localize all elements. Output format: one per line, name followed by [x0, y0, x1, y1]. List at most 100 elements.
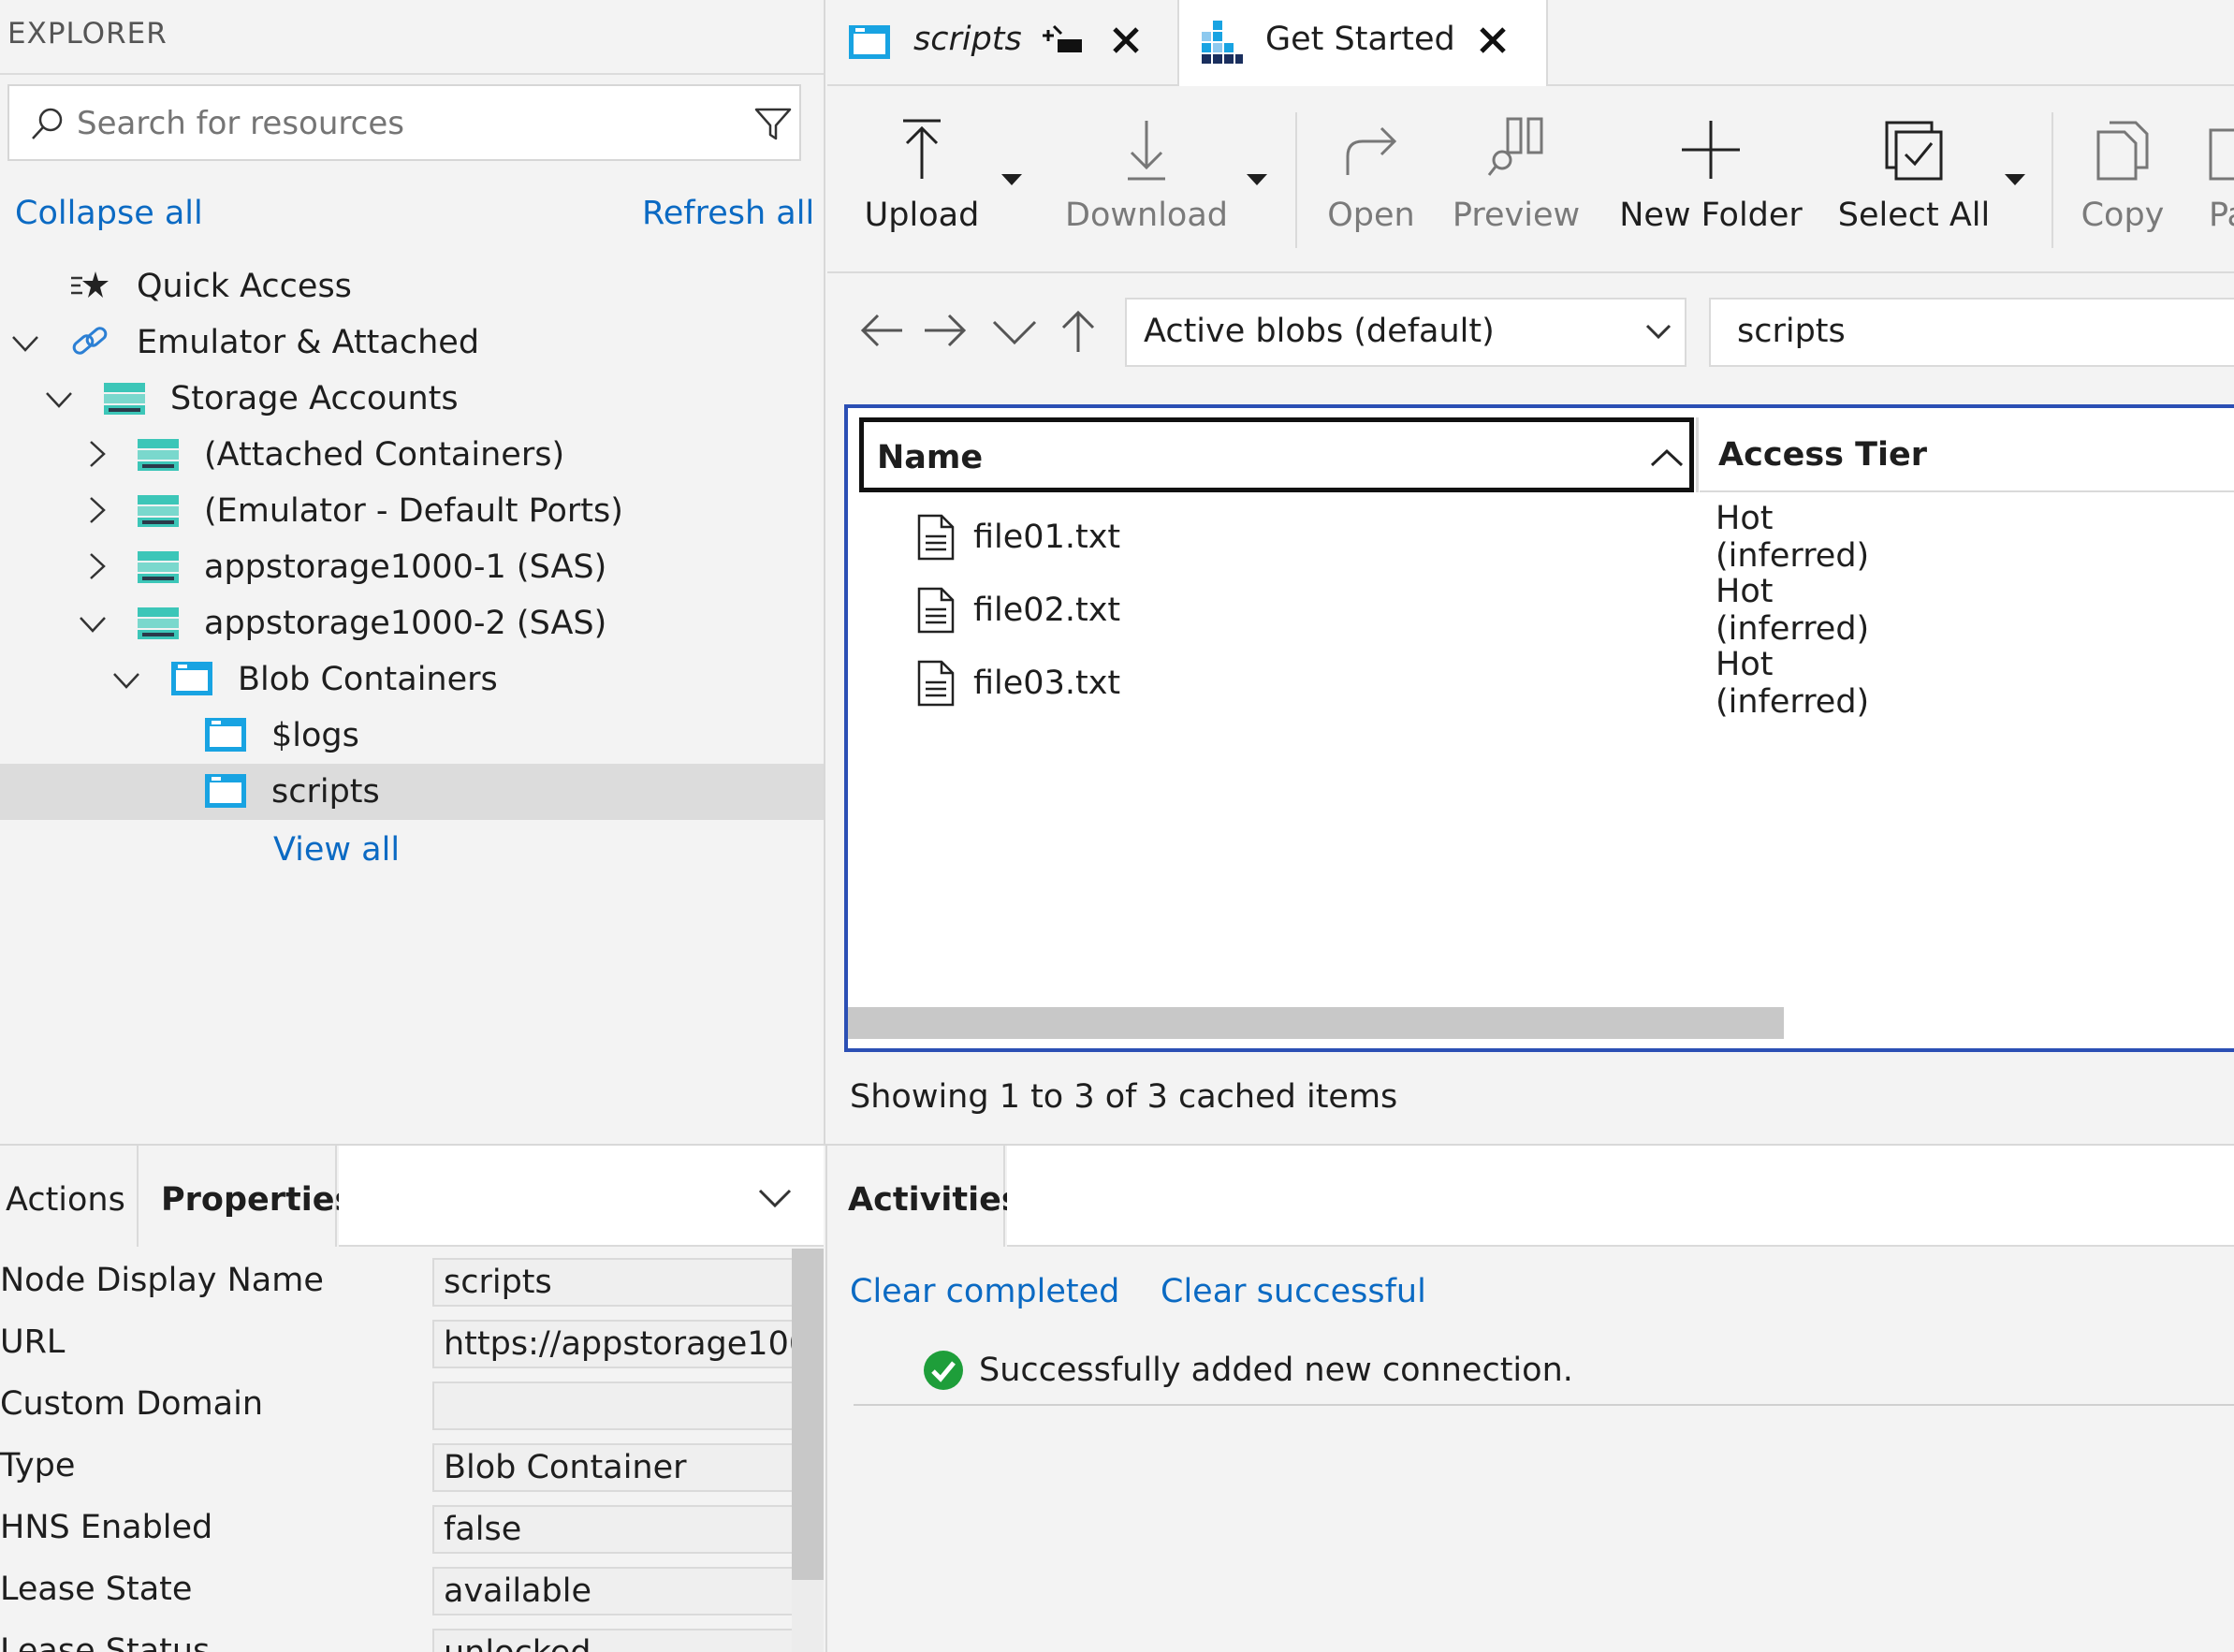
preview-icon: [1487, 117, 1545, 179]
download-icon: [1126, 119, 1167, 181]
tab-get-started[interactable]: Get Started: [1179, 0, 1546, 86]
preview-button[interactable]: Preview: [1451, 108, 1582, 248]
prop-value[interactable]: Blob Container: [432, 1443, 794, 1492]
collapse-all-link[interactable]: Collapse all: [15, 195, 203, 232]
forward-arrow-icon[interactable]: [923, 313, 968, 348]
select-all-button[interactable]: Select All: [1834, 108, 1993, 248]
plus-icon: [1682, 119, 1740, 181]
path-field[interactable]: scripts: [1709, 298, 2234, 367]
chevron-down-icon[interactable]: [11, 329, 39, 358]
activity-divider: [854, 1404, 2234, 1406]
tree-item-blob-containers[interactable]: Blob Containers: [0, 651, 824, 708]
tree-label: (Attached Containers): [204, 436, 565, 474]
prop-value[interactable]: false: [432, 1505, 794, 1554]
preview-label: Preview: [1452, 197, 1581, 234]
tab-label: Properties: [161, 1181, 355, 1219]
prop-value[interactable]: unlocked: [432, 1629, 794, 1652]
tree-item-scripts[interactable]: scripts: [0, 764, 824, 820]
paste-button[interactable]: Pa: [2209, 108, 2234, 248]
select-all-dropdown-caret[interactable]: [2005, 174, 2025, 185]
tree-label: Emulator & Attached: [137, 324, 480, 361]
tree-item-attached-containers[interactable]: (Attached Containers): [0, 427, 824, 483]
table-row[interactable]: file03.txt Hot (inferred): [917, 646, 1869, 721]
close-icon[interactable]: [1112, 26, 1140, 54]
refresh-all-link[interactable]: Refresh all: [642, 195, 814, 232]
back-arrow-icon[interactable]: [859, 313, 904, 348]
access-tier-value: Hot (inferred): [1716, 500, 1870, 575]
chevron-right-icon[interactable]: [82, 440, 110, 468]
explorer-title: EXPLORER: [7, 17, 168, 51]
blob-container-icon: [170, 661, 213, 695]
copy-button[interactable]: Copy: [2076, 108, 2169, 248]
tree-label: Storage Accounts: [170, 380, 459, 417]
table-row[interactable]: file02.txt Hot (inferred): [917, 573, 1869, 648]
upload-dropdown-caret[interactable]: [1001, 174, 1022, 185]
blob-container-icon: [204, 773, 247, 808]
column-header-label: Name: [877, 439, 984, 476]
tree-label: Quick Access: [137, 268, 352, 305]
open-icon: [1342, 124, 1400, 177]
tree-item-emulator-attached[interactable]: Emulator & Attached: [0, 314, 824, 371]
blob-container-icon: [204, 717, 247, 752]
upload-button[interactable]: Upload: [861, 108, 983, 248]
chevron-right-icon[interactable]: [82, 496, 110, 524]
vertical-scrollbar-thumb[interactable]: [792, 1249, 824, 1580]
chevron-down-icon[interactable]: [112, 666, 140, 694]
open-label: Open: [1327, 197, 1415, 234]
new-folder-button[interactable]: New Folder: [1619, 108, 1803, 248]
tree-label: appstorage1000-1 (SAS): [204, 548, 607, 586]
download-button[interactable]: Download: [1065, 108, 1228, 248]
download-dropdown-caret[interactable]: [1247, 174, 1267, 185]
tree-item-appstorage1000-1[interactable]: appstorage1000-1 (SAS): [0, 539, 824, 595]
recent-dropdown-icon[interactable]: [992, 318, 1037, 346]
filter-icon[interactable]: [754, 107, 792, 142]
storage-account-icon: [137, 494, 180, 528]
prop-value[interactable]: scripts: [432, 1258, 794, 1307]
tab-label: Get Started: [1265, 21, 1455, 58]
pin-icon[interactable]: [1041, 22, 1084, 60]
toolbar-separator: [2051, 112, 2053, 248]
tab-properties[interactable]: Properties: [140, 1146, 354, 1247]
tree-item-appstorage1000-2[interactable]: appstorage1000-2 (SAS): [0, 595, 824, 651]
tree-item-logs[interactable]: $logs: [0, 708, 824, 764]
close-icon[interactable]: [1479, 26, 1507, 54]
tree-label: $logs: [271, 717, 359, 754]
open-button[interactable]: Open: [1320, 108, 1423, 248]
column-header-name[interactable]: Name: [859, 417, 1694, 492]
chevron-down-icon[interactable]: [79, 610, 107, 638]
chevron-right-icon[interactable]: [82, 552, 110, 580]
prop-label: Type: [0, 1447, 76, 1484]
clear-completed-link[interactable]: Clear completed: [850, 1273, 1119, 1310]
tab-label: Actions: [6, 1181, 125, 1219]
search-input[interactable]: [77, 97, 713, 150]
paste-icon: [2209, 128, 2234, 181]
new-folder-label: New Folder: [1619, 197, 1803, 234]
prop-value[interactable]: [432, 1382, 794, 1430]
horizontal-scrollbar[interactable]: [848, 1007, 1784, 1039]
blob-view-value: Active blobs (default): [1144, 313, 1495, 350]
blob-grid: Name Access Tier: [844, 404, 2234, 1052]
column-header-access-tier[interactable]: Access Tier: [1700, 417, 2234, 492]
up-arrow-icon[interactable]: [1059, 309, 1097, 354]
file-name: file03.txt: [973, 665, 1121, 702]
tree-item-quick-access[interactable]: Quick Access: [0, 258, 824, 314]
clear-successful-link[interactable]: Clear successful: [1161, 1273, 1426, 1310]
blob-view-select[interactable]: Active blobs (default): [1125, 298, 1686, 367]
tree-item-emulator-default-ports[interactable]: (Emulator - Default Ports): [0, 483, 824, 539]
prop-value[interactable]: https://appstorage1000: [432, 1320, 794, 1368]
access-tier-value: Hot (inferred): [1716, 646, 1870, 721]
link-icon: [69, 324, 112, 358]
tab-actions[interactable]: Actions: [0, 1146, 139, 1247]
prop-value[interactable]: available: [432, 1567, 794, 1615]
tree-label: appstorage1000-2 (SAS): [204, 605, 607, 642]
tree-item-storage-accounts[interactable]: Storage Accounts: [0, 371, 824, 427]
chevron-down-icon[interactable]: [45, 386, 73, 414]
storage-account-icon: [103, 382, 146, 416]
table-row[interactable]: file01.txt Hot (inferred): [917, 500, 1869, 575]
tab-activities[interactable]: Activities: [827, 1146, 1021, 1247]
view-all-link[interactable]: View all: [273, 831, 400, 869]
tab-scripts[interactable]: scripts: [827, 0, 1177, 84]
search-box[interactable]: [7, 84, 801, 161]
file-name: file01.txt: [973, 519, 1121, 556]
chevron-down-icon[interactable]: [758, 1189, 792, 1209]
